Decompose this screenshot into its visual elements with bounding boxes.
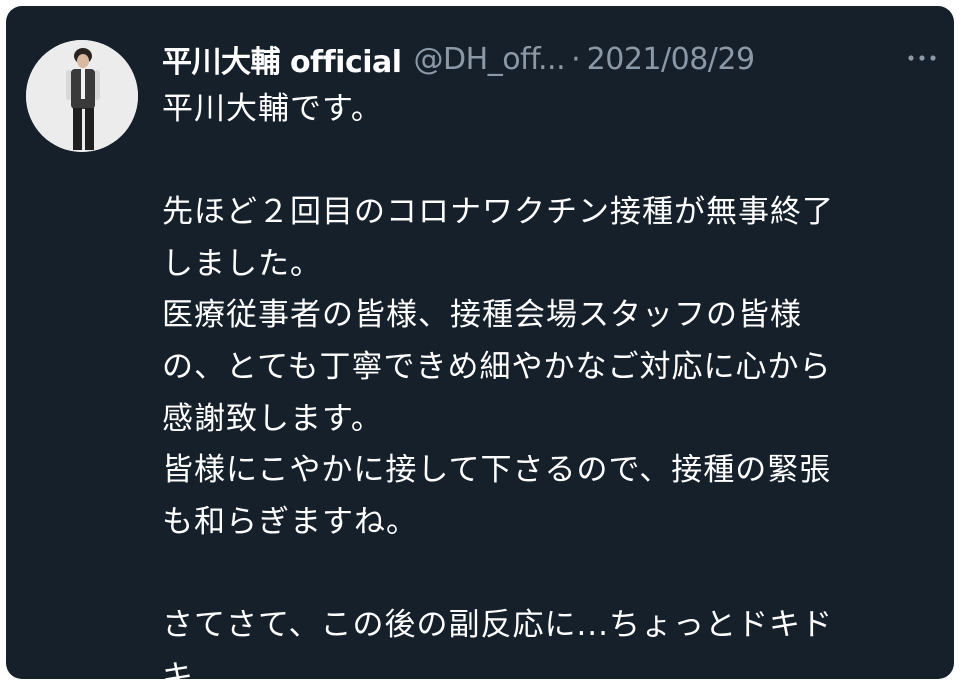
tweet-text-line: 平川大輔です。 [162, 91, 383, 127]
tweet-text-line: 皆様にこやかに接して下さるので、接種の緊張 [162, 452, 832, 489]
avatar-photo-icon [26, 40, 138, 152]
more-dots-icon [908, 55, 936, 61]
tweet-text-line: 感謝致します。 [162, 400, 383, 437]
tweet-text-line [162, 548, 932, 600]
tweet-text-line: キ... [162, 658, 227, 679]
tweet-text-line: 先ほど２回目のコロナワクチン接種が無事終了 [162, 194, 834, 231]
header-separator: · [571, 41, 581, 77]
tweet-text-line: の、とても丁寧できめ細やかなご対応に心から [162, 348, 832, 385]
tweet-date[interactable]: 2021/08/29 [587, 42, 755, 77]
tweet-text-line: も和らぎますね。 [162, 503, 418, 540]
tweet-text-line [162, 136, 932, 188]
tweet-header: 平川大輔 official @DH_off... · 2021/08/29 [162, 34, 932, 84]
author-avatar[interactable] [26, 40, 138, 152]
tweet-card[interactable]: 平川大輔 official @DH_off... · 2021/08/29 平川… [6, 6, 954, 679]
more-options-button[interactable] [902, 40, 942, 76]
tweet-text-line: さてさて、この後の副反応に...ちょっとドキド [162, 606, 834, 643]
tweet-text: 平川大輔です。 先ほど２回目のコロナワクチン接種が無事終了 しました。 医療従事… [162, 84, 932, 679]
author-display-name[interactable]: 平川大輔 official [162, 37, 402, 81]
author-handle[interactable]: @DH_off... [414, 42, 566, 77]
tweet-text-line: 医療従事者の皆様、接種会場スタッフの皆様 [162, 297, 802, 334]
tweet-text-line: しました。 [162, 245, 322, 282]
